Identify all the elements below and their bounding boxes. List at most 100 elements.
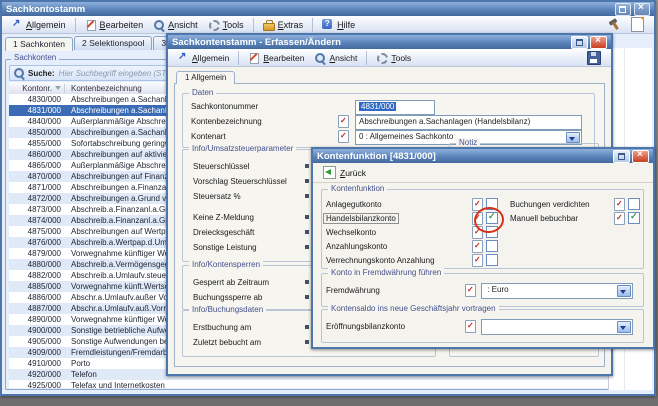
search-icon xyxy=(13,67,25,79)
edit-menubar: Allgemein Bearbeiten Ansicht Tools xyxy=(168,49,611,67)
field-stub xyxy=(305,340,309,344)
hammer-icon[interactable] xyxy=(608,18,621,31)
field-stub xyxy=(305,230,309,234)
checkbox[interactable] xyxy=(486,254,498,266)
funktion-row: Wechselkonto xyxy=(324,226,511,240)
red-check-doc-icon[interactable] xyxy=(338,130,349,143)
daten-group: Daten Sachkontonummer 4831/000 Kontenbez… xyxy=(182,93,595,148)
checkbox[interactable] xyxy=(628,198,640,210)
kontenbezeichnung-field[interactable]: Abschreibungen a.Sachanlagen (Handelsbil… xyxy=(355,115,582,130)
konten-window-title: Kontenfunktion [4831/000] xyxy=(317,151,436,162)
red-check-doc-icon[interactable] xyxy=(338,115,349,128)
dropdown-button[interactable] xyxy=(617,321,631,333)
red-check-doc-icon[interactable] xyxy=(472,226,483,239)
back-icon xyxy=(323,166,336,179)
kontenfunktion-window: Kontenfunktion [4831/000] Zurück Kontenf… xyxy=(311,147,655,349)
red-check-doc-icon[interactable] xyxy=(472,198,483,211)
funktion-row: Anzahlungskonto xyxy=(324,240,511,254)
kontenfunktion-group: Kontenfunktion Anlagegutkonto Handelsbil… xyxy=(321,189,644,269)
menu-item[interactable]: Extras xyxy=(258,18,314,32)
saldo-group: Kontensaldo ins neue Geschäftsjahr vortr… xyxy=(321,309,644,343)
konten-titlebar[interactable]: Kontenfunktion [4831/000] xyxy=(313,149,653,163)
checkbox[interactable] xyxy=(628,212,640,224)
menu-item[interactable]: Tools xyxy=(371,51,416,65)
field-stub xyxy=(305,179,309,183)
magnifier-icon xyxy=(153,19,165,31)
funktion-row: Anlagegutkonto xyxy=(324,198,511,212)
field-stub xyxy=(305,164,309,168)
table-row[interactable]: 4925/000 Telefax und Internetkosten xyxy=(9,380,645,388)
close-button[interactable] xyxy=(590,36,607,49)
edit-titlebar[interactable]: Sachkontenstamm - Erfassen/Ändern xyxy=(168,35,611,49)
tab[interactable]: 2 Selektionspool xyxy=(74,36,152,50)
funktion-row: Manuell bebuchbar xyxy=(510,212,641,226)
menu-item[interactable]: Ansicht xyxy=(309,51,367,65)
sachkontonummer-label: Sachkontonummer xyxy=(191,102,258,111)
red-check-doc-icon[interactable] xyxy=(472,212,483,225)
tab-allgemein[interactable]: 1 Allgemein xyxy=(176,71,235,84)
restore-button[interactable] xyxy=(615,3,631,16)
edit-page-icon xyxy=(248,52,260,64)
new-document-icon[interactable] xyxy=(631,17,644,32)
eroeffnungsbilanzkonto-select[interactable] xyxy=(481,319,633,335)
arrow-ne-icon xyxy=(177,52,189,64)
menu-item[interactable]: Ansicht xyxy=(148,18,203,32)
sachkontonummer-field[interactable]: 4831/000 xyxy=(355,100,435,115)
close-button[interactable] xyxy=(634,3,650,16)
field-stub xyxy=(305,325,309,329)
field-stub xyxy=(305,194,309,198)
funktion-row: Handelsbilanzkonto xyxy=(324,212,511,226)
edit-menu: Allgemein Bearbeiten Ansicht Tools xyxy=(172,51,416,65)
red-check-doc-icon[interactable] xyxy=(614,212,625,225)
gear-icon xyxy=(376,52,388,64)
kontenart-label: Kontenart xyxy=(191,132,226,141)
menu-item[interactable]: Hilfe xyxy=(317,18,360,32)
edit-window-title: Sachkontenstamm - Erfassen/Ändern xyxy=(172,37,341,48)
main-titlebar[interactable]: Sachkontostamm xyxy=(2,2,654,16)
restore-button[interactable] xyxy=(571,36,588,49)
red-check-doc-icon[interactable] xyxy=(472,240,483,253)
save-icon[interactable] xyxy=(587,51,601,65)
menu-item[interactable]: Bearbeiten xyxy=(243,51,309,65)
checkbox[interactable] xyxy=(486,226,498,238)
menu-item[interactable]: Allgemein xyxy=(172,51,239,65)
funktion-row: Buchungen verdichten xyxy=(510,198,641,212)
restore-button[interactable] xyxy=(613,150,630,163)
toolbox-icon xyxy=(263,19,275,31)
menu-item[interactable]: Allgemein xyxy=(6,18,76,32)
eroeffnungsbilanzkonto-label: Eröffnungsbilanzkonto xyxy=(326,322,405,331)
menu-item[interactable]: Tools xyxy=(203,18,254,32)
red-check-doc-icon[interactable] xyxy=(614,198,625,211)
fremdwaehrung-group: Konto in Fremdwährung führen Fremdwährun… xyxy=(321,273,644,307)
checkbox[interactable] xyxy=(486,240,498,252)
dropdown-button[interactable] xyxy=(566,132,580,143)
main-window-title: Sachkontostamm xyxy=(6,4,85,15)
arrow-ne-icon xyxy=(11,19,23,31)
konten-toolbar: Zurück xyxy=(313,163,653,183)
red-check-doc-icon[interactable] xyxy=(472,254,483,267)
desktop: Sachkontostamm Allgemein Bearbeiten Ansi… xyxy=(0,0,658,406)
sort-icon xyxy=(55,86,61,90)
edit-page-icon xyxy=(85,19,97,31)
main-menu: Allgemein Bearbeiten Ansicht Tools Extra… xyxy=(6,18,360,32)
red-check-doc-icon[interactable] xyxy=(465,284,476,297)
back-button[interactable]: Zurück xyxy=(319,165,370,180)
group-label-sachkonten: Sachkonten xyxy=(11,53,59,62)
red-check-doc-icon[interactable] xyxy=(465,320,476,333)
menu-item[interactable]: Bearbeiten xyxy=(80,18,149,32)
fremdwaehrung-label: Fremdwährung xyxy=(326,286,380,295)
field-stub xyxy=(305,245,309,249)
help-icon xyxy=(322,19,334,31)
column-header-kontonr[interactable]: Kontonr. xyxy=(9,84,64,93)
fremdwaehrung-select[interactable]: : Euro xyxy=(481,283,633,299)
checkbox[interactable] xyxy=(486,212,498,224)
dropdown-button[interactable] xyxy=(617,285,631,297)
field-stub xyxy=(305,295,309,299)
main-menubar: Allgemein Bearbeiten Ansicht Tools Extra… xyxy=(2,16,654,34)
tab[interactable]: 1 Sachkonten xyxy=(5,37,73,51)
field-stub xyxy=(305,215,309,219)
close-button[interactable] xyxy=(632,150,649,163)
gear-icon xyxy=(208,19,220,31)
funktion-row: Verrechnungskonto Anzahlung xyxy=(324,254,511,268)
checkbox[interactable] xyxy=(486,198,498,210)
